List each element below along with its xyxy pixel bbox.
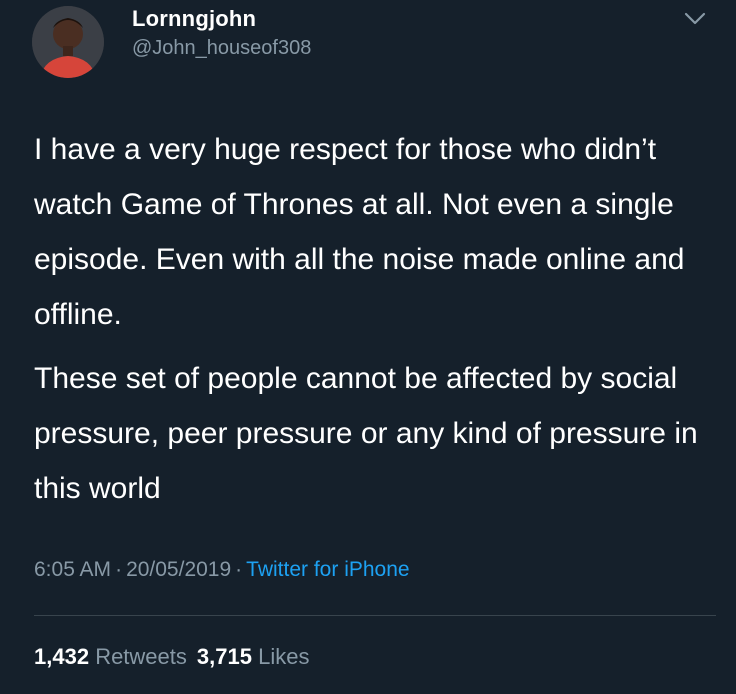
likes-count: 3,715 (196, 644, 252, 669)
tweet-time[interactable]: 6:05 AM (34, 558, 111, 581)
tweet-paragraph: These set of people cannot be affected b… (34, 362, 698, 505)
tweet-paragraph: I have a very huge respect for those who… (34, 133, 685, 331)
tweet-date[interactable]: 20/05/2019 (126, 558, 231, 581)
user-handle[interactable]: @John_houseof308 (132, 37, 311, 60)
tweet-meta: 6:05 AM · 20/05/2019 · Twitter for iPhone (34, 558, 410, 582)
tweet-source-link[interactable]: Twitter for iPhone (246, 558, 409, 581)
divider (34, 615, 716, 616)
likes-stat[interactable]: 3,715 Likes (197, 644, 310, 669)
retweets-count: 1,432 (34, 644, 90, 669)
tweet-stats: 1,432 Retweets 3,715 Likes (34, 644, 309, 670)
meta-separator: · (115, 558, 123, 581)
retweets-label: Retweets (95, 644, 187, 669)
tweet-card: Lornngjohn @John_houseof308 I have a ver… (0, 0, 736, 694)
avatar[interactable] (32, 6, 104, 78)
likes-label: Likes (258, 644, 310, 669)
retweets-stat[interactable]: 1,432 Retweets (34, 644, 187, 669)
display-name[interactable]: Lornngjohn (132, 6, 256, 32)
meta-separator: · (235, 558, 243, 581)
chevron-down-icon[interactable] (682, 8, 708, 28)
profile-photo-icon (32, 6, 104, 78)
tweet-text: I have a very huge respect for those who… (34, 122, 724, 516)
